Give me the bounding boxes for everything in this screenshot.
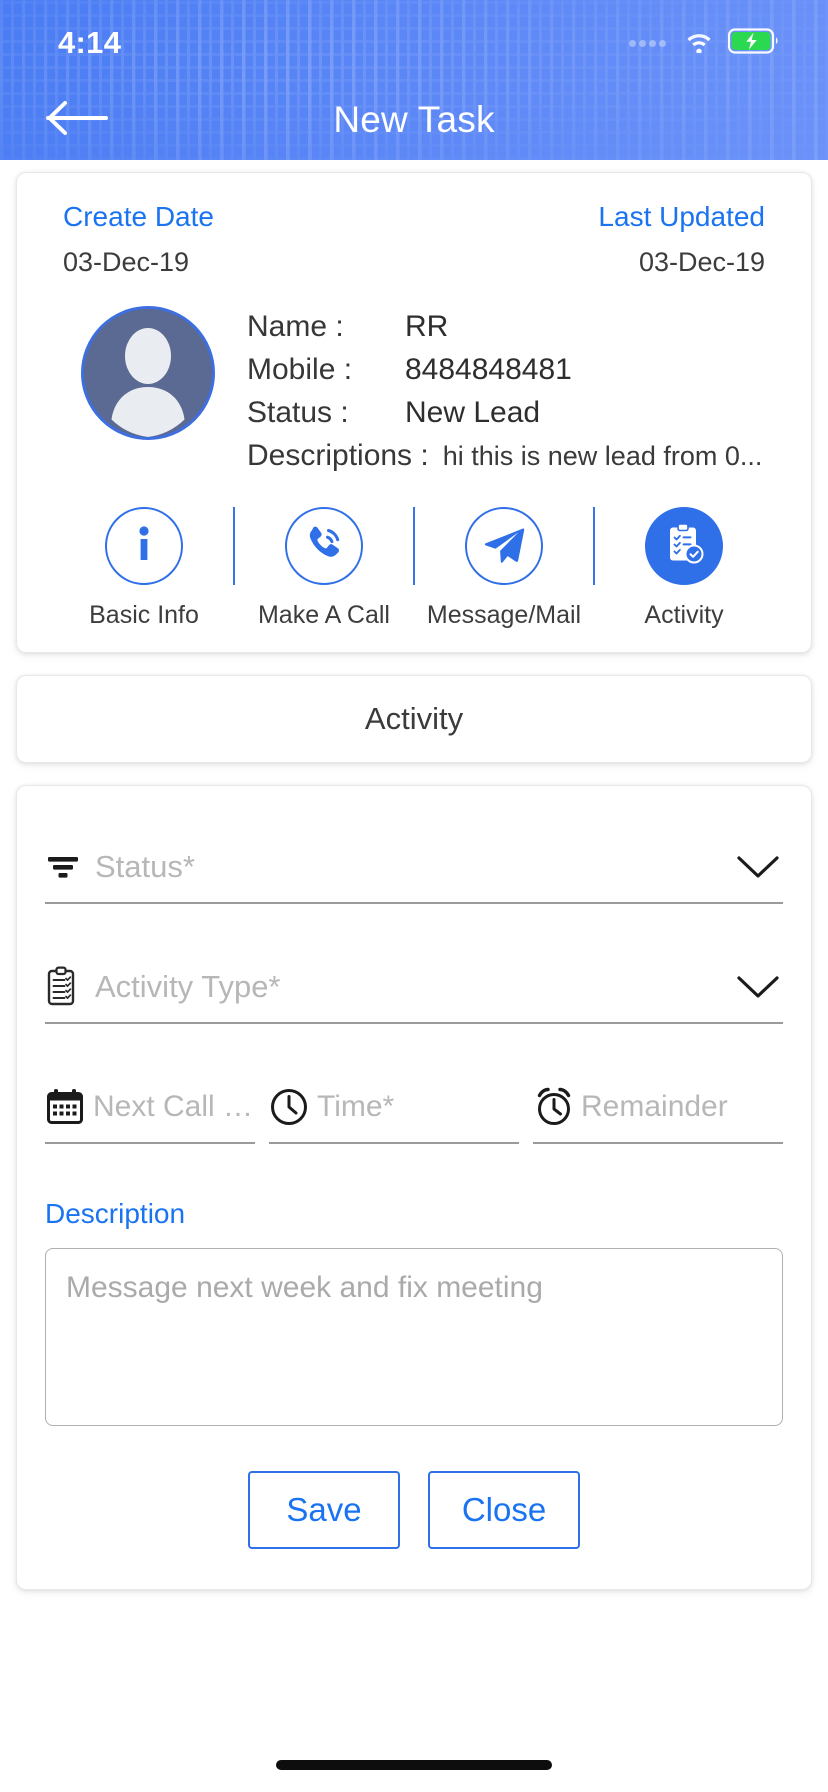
clipboard-check-icon	[661, 521, 707, 572]
close-button[interactable]: Close	[428, 1471, 580, 1550]
action-make-a-call[interactable]: Make A Call	[235, 507, 413, 630]
action-activity-label: Activity	[644, 601, 724, 630]
calendar-icon	[45, 1087, 91, 1127]
action-message-mail-label: Message/Mail	[426, 601, 582, 630]
app-header: 4:14 New Task	[0, 0, 828, 160]
next-call-date-placeholder: Next Call da...	[93, 1090, 255, 1124]
chevron-down-icon-2[interactable]	[735, 973, 783, 1001]
app-screen: 4:14 New Task Create Date 03-Dec-19 Last…	[0, 0, 828, 1792]
phone-call-icon	[301, 521, 347, 572]
detail-value-status: New Lead	[405, 396, 541, 430]
detail-row-name: Name : RR	[247, 310, 785, 344]
action-basic-info-label: Basic Info	[89, 601, 199, 630]
status-select-placeholder: Status*	[95, 849, 195, 885]
activity-section-card[interactable]: Activity	[16, 675, 812, 764]
action-activity-circle	[645, 507, 723, 586]
detail-key-description: Descriptions :	[247, 439, 429, 473]
action-basic-info-circle	[105, 507, 183, 586]
detail-key-status: Status :	[247, 396, 349, 430]
activity-type-select-placeholder: Activity Type*	[95, 969, 281, 1005]
status-bar-dots	[629, 39, 666, 47]
save-button[interactable]: Save	[248, 1471, 400, 1550]
form-button-row: Save Close	[45, 1471, 783, 1550]
detail-value-mobile: 8484848481	[405, 353, 572, 387]
filter-lines-icon	[45, 852, 91, 882]
create-date-label[interactable]: Create Date	[63, 199, 214, 234]
avatar-person-icon	[84, 309, 212, 438]
clipboard-list-icon	[45, 966, 91, 1008]
avatar	[81, 306, 215, 441]
detail-row-mobile: Mobile : 8484848481	[247, 353, 785, 387]
last-updated-label[interactable]: Last Updated	[598, 199, 765, 234]
lead-profile-card: Create Date 03-Dec-19 Last Updated 03-De…	[16, 172, 812, 654]
action-message-mail[interactable]: Message/Mail	[415, 507, 593, 630]
description-textarea[interactable]	[45, 1248, 783, 1427]
time-input[interactable]: Time*	[269, 1072, 519, 1145]
action-make-a-call-label: Make A Call	[257, 601, 390, 630]
header-bar: New Task	[0, 80, 828, 160]
alarm-clock-icon	[533, 1086, 579, 1128]
lead-details: Name : RR Mobile : 8484848481 Status : N…	[247, 306, 785, 473]
chevron-down-icon[interactable]	[735, 853, 783, 881]
remainder-input-placeholder: Remainder	[581, 1090, 728, 1124]
paper-plane-icon	[481, 521, 527, 572]
back-button[interactable]	[40, 90, 114, 150]
next-call-date-input[interactable]: Next Call da...	[45, 1072, 255, 1145]
person-row: Name : RR Mobile : 8484848481 Status : N…	[43, 306, 785, 473]
battery-charging-icon	[727, 27, 780, 59]
clock-icon	[269, 1087, 315, 1127]
create-date-value: 03-Dec-19	[63, 247, 190, 277]
last-updated-value: 03-Dec-19	[638, 247, 765, 277]
wifi-icon	[683, 29, 715, 58]
activity-section-title: Activity	[364, 701, 464, 737]
status-bar-indicators	[629, 27, 780, 59]
detail-row-status: Status : New Lead	[247, 396, 785, 430]
page-title: New Task	[333, 99, 495, 140]
time-input-placeholder: Time*	[317, 1090, 395, 1124]
activity-type-select[interactable]: Activity Type*	[45, 952, 783, 1025]
action-activity[interactable]: Activity	[595, 507, 773, 630]
detail-row-description: Descriptions : hi this is new lead from …	[247, 439, 785, 473]
remainder-input[interactable]: Remainder	[533, 1072, 783, 1145]
description-label: Description	[45, 1198, 186, 1230]
detail-value-description: hi this is new lead from 0...	[442, 441, 763, 472]
activity-form-card: Status* Activity Type* Next Call da Time…	[16, 785, 812, 1591]
date-row: Create Date 03-Dec-19 Last Updated 03-De…	[43, 199, 785, 278]
info-circle-icon	[124, 522, 164, 571]
detail-key-name: Name :	[247, 310, 344, 344]
action-message-mail-circle	[465, 507, 543, 586]
detail-key-mobile: Mobile :	[247, 353, 353, 387]
status-bar-time: 4:14	[58, 25, 122, 60]
datetime-row: Next Call da... Time*	[45, 1072, 783, 1145]
action-make-a-call-circle	[285, 507, 363, 586]
home-indicator[interactable]	[276, 1760, 552, 1770]
arrow-left-icon	[45, 99, 109, 142]
status-bar: 4:14	[0, 0, 828, 80]
detail-value-name: RR	[405, 310, 449, 344]
create-date-block: Create Date 03-Dec-19	[63, 199, 214, 278]
status-select[interactable]: Status*	[45, 832, 783, 905]
lead-action-bar: Basic Info Make A Call Message/Mail Acti…	[43, 507, 785, 630]
last-updated-block: Last Updated 03-Dec-19	[598, 199, 765, 278]
action-basic-info[interactable]: Basic Info	[55, 507, 233, 630]
